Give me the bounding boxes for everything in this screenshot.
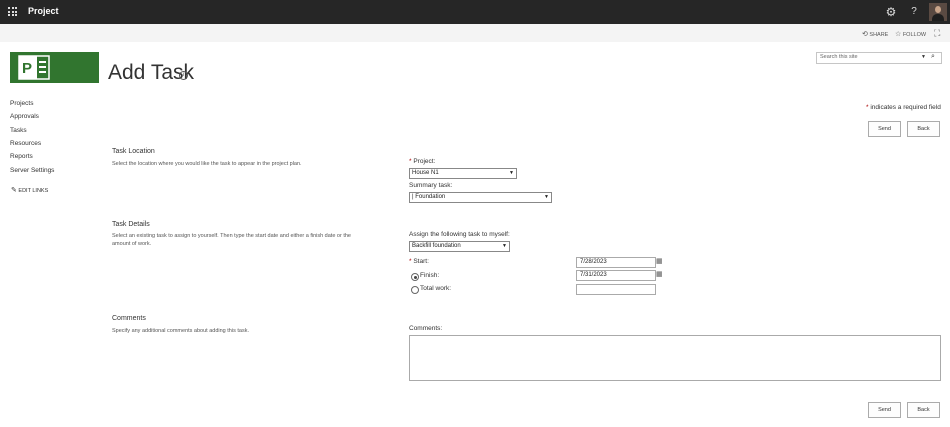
suite-topbar bbox=[0, 0, 950, 24]
assign-task-select[interactable]: Backfill foundation ▼ bbox=[409, 241, 510, 252]
required-star: * bbox=[409, 158, 412, 165]
site-logo[interactable]: P bbox=[10, 52, 99, 83]
project-label-text: Project: bbox=[413, 158, 436, 165]
calendar-icon[interactable]: ▦ bbox=[656, 258, 665, 266]
summary-task-label: Summary task: bbox=[409, 182, 453, 189]
focus-mode-icon[interactable]: ⛶ bbox=[934, 29, 940, 38]
project-select-value: House N1 bbox=[412, 170, 439, 176]
edit-links-label: EDIT LINKS bbox=[18, 188, 49, 194]
avatar[interactable] bbox=[929, 3, 947, 21]
star-icon: ☆ bbox=[895, 31, 902, 38]
follow-label: FOLLOW bbox=[902, 32, 927, 38]
back-button-bottom[interactable]: Back bbox=[907, 402, 940, 418]
nav-item-server-settings[interactable]: Server Settings bbox=[10, 167, 54, 174]
assign-task-label: Assign the following task to myself: bbox=[409, 231, 510, 238]
task-details-heading: Task Details bbox=[112, 221, 150, 228]
summary-task-select[interactable]: | Foundation ▼ bbox=[409, 192, 552, 203]
required-note-text: indicates a required field bbox=[870, 104, 941, 111]
follow-button[interactable]: ☆ FOLLOW bbox=[895, 30, 926, 38]
start-date-value: 7/28/2023 bbox=[580, 259, 607, 265]
finish-date-value: 7/31/2023 bbox=[580, 272, 607, 278]
task-details-description: Select an existing task to assign to you… bbox=[112, 233, 351, 247]
calendar-icon[interactable]: ▦ bbox=[656, 271, 665, 279]
start-date-input[interactable]: 7/28/2023 bbox=[576, 257, 656, 268]
total-work-input[interactable] bbox=[576, 284, 656, 295]
task-location-description: Select the location where you would like… bbox=[112, 161, 302, 167]
share-icon: ⟲ bbox=[862, 31, 868, 38]
svg-text:P: P bbox=[22, 60, 32, 77]
info-icon[interactable]: i bbox=[179, 71, 188, 80]
chevron-down-icon: ▼ bbox=[502, 243, 507, 249]
project-select[interactable]: House N1 ▼ bbox=[409, 168, 517, 179]
summary-task-select-value: | Foundation bbox=[412, 194, 446, 200]
chevron-down-icon: ▼ bbox=[544, 194, 549, 200]
action-bar bbox=[0, 24, 950, 42]
share-button[interactable]: ⟲ SHARE bbox=[862, 30, 888, 38]
nav-item-resources[interactable]: Resources bbox=[10, 140, 41, 147]
chevron-down-icon: ▼ bbox=[509, 170, 514, 176]
comments-label: Comments: bbox=[409, 325, 443, 332]
search-input[interactable]: Search this site bbox=[820, 54, 858, 60]
finish-label: Finish: bbox=[420, 272, 440, 279]
gear-icon[interactable]: ⚙ bbox=[884, 5, 898, 19]
project-logo-icon: P bbox=[18, 55, 50, 80]
finish-radio[interactable] bbox=[411, 273, 419, 281]
total-work-radio[interactable] bbox=[411, 286, 419, 294]
back-button-top[interactable]: Back bbox=[907, 121, 940, 137]
app-title[interactable]: Project bbox=[28, 6, 59, 16]
task-location-heading: Task Location bbox=[112, 148, 155, 155]
required-note: * indicates a required field bbox=[866, 104, 941, 111]
pencil-icon: ✎ bbox=[11, 187, 17, 194]
assign-task-select-value: Backfill foundation bbox=[412, 243, 461, 249]
comments-textarea[interactable] bbox=[409, 335, 941, 381]
start-label: * Start: bbox=[409, 258, 429, 265]
edit-links[interactable]: ✎ EDIT LINKS bbox=[11, 186, 48, 194]
help-icon[interactable]: ? bbox=[908, 5, 920, 19]
nav-item-reports[interactable]: Reports bbox=[10, 153, 33, 160]
nav-item-tasks[interactable]: Tasks bbox=[10, 127, 27, 134]
project-label: * Project: bbox=[409, 158, 435, 165]
total-work-label: Total work: bbox=[420, 285, 452, 292]
start-label-text: Start: bbox=[413, 258, 429, 265]
waffle-icon[interactable] bbox=[8, 7, 17, 16]
send-button-top[interactable]: Send bbox=[868, 121, 901, 137]
send-button-bottom[interactable]: Send bbox=[868, 402, 901, 418]
comments-description: Specify any additional comments about ad… bbox=[112, 328, 249, 334]
search-box[interactable]: Search this site ▼ ⌕ bbox=[816, 52, 942, 64]
comments-heading: Comments bbox=[112, 315, 146, 322]
search-icon[interactable]: ⌕ bbox=[931, 53, 935, 61]
finish-date-input[interactable]: 7/31/2023 bbox=[576, 270, 656, 281]
share-label: SHARE bbox=[869, 32, 889, 38]
chevron-down-icon[interactable]: ▼ bbox=[921, 54, 926, 60]
required-star: * bbox=[866, 104, 869, 111]
required-star: * bbox=[409, 258, 412, 265]
nav-item-projects[interactable]: Projects bbox=[10, 100, 33, 107]
nav-item-approvals[interactable]: Approvals bbox=[10, 113, 39, 120]
